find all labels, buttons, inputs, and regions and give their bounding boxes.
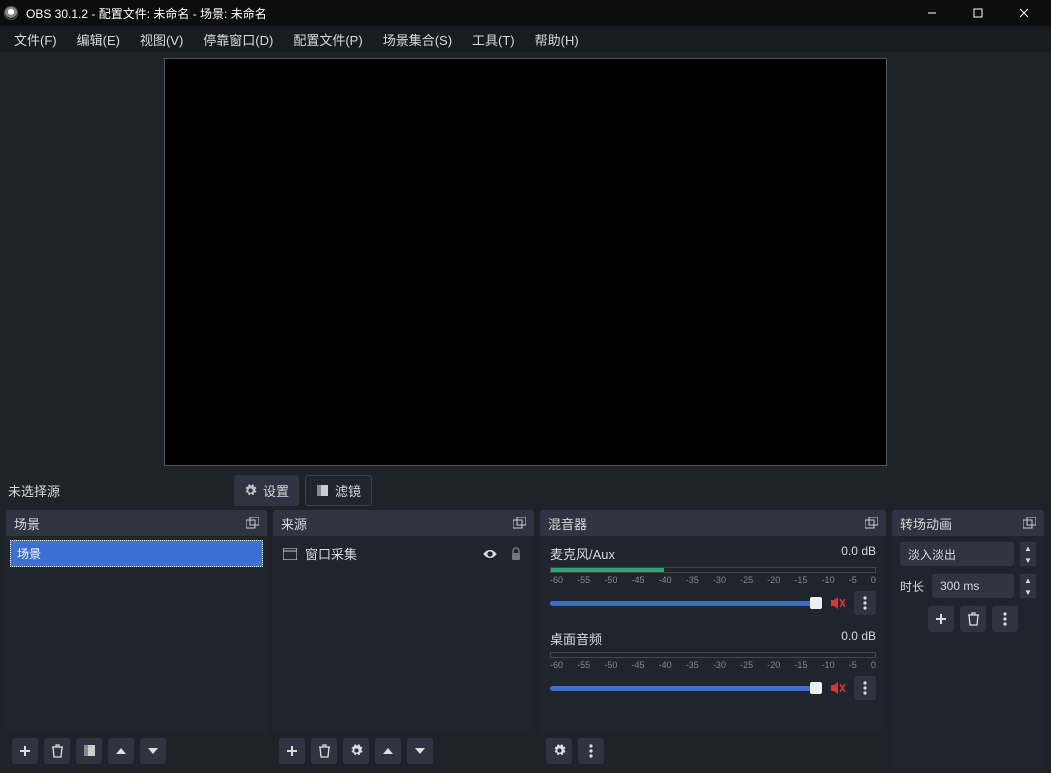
audio-meter-ticks: -60-55-50-45-40-35-30-25-20-15-10-50 bbox=[550, 660, 876, 670]
scene-move-down-button[interactable] bbox=[140, 738, 166, 764]
remove-source-button[interactable] bbox=[311, 738, 337, 764]
menu-help[interactable]: 帮助(H) bbox=[525, 27, 589, 52]
volume-slider[interactable] bbox=[550, 686, 822, 691]
mixer-menu-button[interactable] bbox=[578, 738, 604, 764]
scene-move-up-button[interactable] bbox=[108, 738, 134, 764]
menu-scene-collection[interactable]: 场景集合(S) bbox=[373, 27, 462, 52]
lock-toggle[interactable] bbox=[508, 546, 524, 562]
scenes-title: 场景 bbox=[14, 514, 40, 533]
remove-transition-button[interactable] bbox=[960, 606, 986, 632]
visibility-toggle[interactable] bbox=[482, 546, 498, 562]
transitions-title: 转场动画 bbox=[900, 514, 952, 533]
duration-field[interactable]: 300 ms bbox=[932, 574, 1014, 598]
audio-channel-level: 0.0 dB bbox=[841, 544, 876, 563]
volume-slider[interactable] bbox=[550, 601, 822, 606]
menu-dock[interactable]: 停靠窗口(D) bbox=[193, 27, 283, 52]
audio-channel-label: 麦克风/Aux bbox=[550, 544, 615, 563]
sources-dock: 来源 窗口采集 bbox=[273, 510, 534, 767]
menu-profile[interactable]: 配置文件(P) bbox=[283, 27, 372, 52]
transition-menu-button[interactable] bbox=[992, 606, 1018, 632]
titlebar: OBS 30.1.2 - 配置文件: 未命名 - 场景: 未命名 bbox=[0, 0, 1051, 26]
sources-header: 来源 bbox=[273, 510, 534, 536]
mixer-popout-button[interactable] bbox=[865, 517, 878, 529]
mixer-header: 混音器 bbox=[540, 510, 886, 536]
sources-title: 来源 bbox=[281, 514, 307, 533]
obs-logo-icon bbox=[4, 6, 18, 20]
source-move-up-button[interactable] bbox=[375, 738, 401, 764]
preview-area bbox=[0, 52, 1051, 470]
source-filters-button[interactable]: 滤镜 bbox=[305, 475, 372, 506]
source-settings-button[interactable]: 设置 bbox=[234, 475, 299, 506]
menu-view[interactable]: 视图(V) bbox=[130, 27, 193, 52]
source-item-label: 窗口采集 bbox=[305, 544, 357, 563]
audio-meter-ticks: -60-55-50-45-40-35-30-25-20-15-10-50 bbox=[550, 575, 876, 585]
window-source-icon bbox=[283, 548, 297, 560]
mixer-settings-button[interactable] bbox=[546, 738, 572, 764]
menubar: 文件(F) 编辑(E) 视图(V) 停靠窗口(D) 配置文件(P) 场景集合(S… bbox=[0, 26, 1051, 52]
mute-button[interactable] bbox=[830, 681, 846, 695]
preview-canvas[interactable] bbox=[164, 58, 887, 466]
audio-channel-level: 0.0 dB bbox=[841, 629, 876, 648]
mixer-dock: 混音器 麦克风/Aux 0.0 dB -60-55-50-45-40-35-30… bbox=[540, 510, 886, 767]
transitions-dock: 转场动画 淡入淡出 ▲ ▼ 时长 300 ms ▲ ▼ bbox=[892, 510, 1044, 767]
source-status-label: 未选择源 bbox=[8, 481, 198, 500]
sources-popout-button[interactable] bbox=[513, 517, 526, 529]
audio-channel-label: 桌面音频 bbox=[550, 629, 602, 648]
add-source-button[interactable] bbox=[279, 738, 305, 764]
maximize-button[interactable] bbox=[955, 0, 1001, 26]
scenes-popout-button[interactable] bbox=[246, 517, 259, 529]
transitions-popout-button[interactable] bbox=[1023, 517, 1036, 529]
window-title: OBS 30.1.2 - 配置文件: 未命名 - 场景: 未命名 bbox=[26, 5, 267, 22]
menu-file[interactable]: 文件(F) bbox=[4, 27, 67, 52]
duration-step-up[interactable]: ▲ bbox=[1020, 574, 1036, 586]
audio-channel-desktop: 桌面音频 0.0 dB -60-55-50-45-40-35-30-25-20-… bbox=[550, 629, 876, 700]
source-move-down-button[interactable] bbox=[407, 738, 433, 764]
source-properties-button[interactable] bbox=[343, 738, 369, 764]
filters-icon bbox=[316, 484, 329, 497]
audio-options-button[interactable] bbox=[854, 591, 876, 615]
audio-meter bbox=[550, 652, 876, 658]
menu-edit[interactable]: 编辑(E) bbox=[67, 27, 130, 52]
scenes-header: 场景 bbox=[6, 510, 267, 536]
add-transition-button[interactable] bbox=[928, 606, 954, 632]
duration-label: 时长 bbox=[900, 578, 926, 595]
audio-options-button[interactable] bbox=[854, 676, 876, 700]
remove-scene-button[interactable] bbox=[44, 738, 70, 764]
duration-step-down[interactable]: ▼ bbox=[1020, 586, 1036, 598]
gear-icon bbox=[244, 484, 257, 497]
scene-filter-button[interactable] bbox=[76, 738, 102, 764]
transition-select-up[interactable]: ▲ bbox=[1020, 542, 1036, 554]
audio-meter bbox=[550, 567, 876, 573]
close-button[interactable] bbox=[1001, 0, 1047, 26]
menu-tools[interactable]: 工具(T) bbox=[462, 27, 525, 52]
source-filters-label: 滤镜 bbox=[335, 481, 361, 500]
scenes-dock: 场景 场景 bbox=[6, 510, 267, 767]
transition-select-down[interactable]: ▼ bbox=[1020, 554, 1036, 566]
transitions-header: 转场动画 bbox=[892, 510, 1044, 536]
source-toolbar: 未选择源 设置 滤镜 bbox=[0, 470, 1051, 510]
transition-select[interactable]: 淡入淡出 bbox=[900, 542, 1014, 566]
add-scene-button[interactable] bbox=[12, 738, 38, 764]
source-item[interactable]: 窗口采集 bbox=[273, 536, 534, 571]
mixer-title: 混音器 bbox=[548, 514, 587, 533]
source-settings-label: 设置 bbox=[263, 481, 289, 500]
audio-channel-mic: 麦克风/Aux 0.0 dB -60-55-50-45-40-35-30-25-… bbox=[550, 544, 876, 615]
minimize-button[interactable] bbox=[909, 0, 955, 26]
mute-button[interactable] bbox=[830, 596, 846, 610]
scene-item[interactable]: 场景 bbox=[10, 540, 263, 567]
